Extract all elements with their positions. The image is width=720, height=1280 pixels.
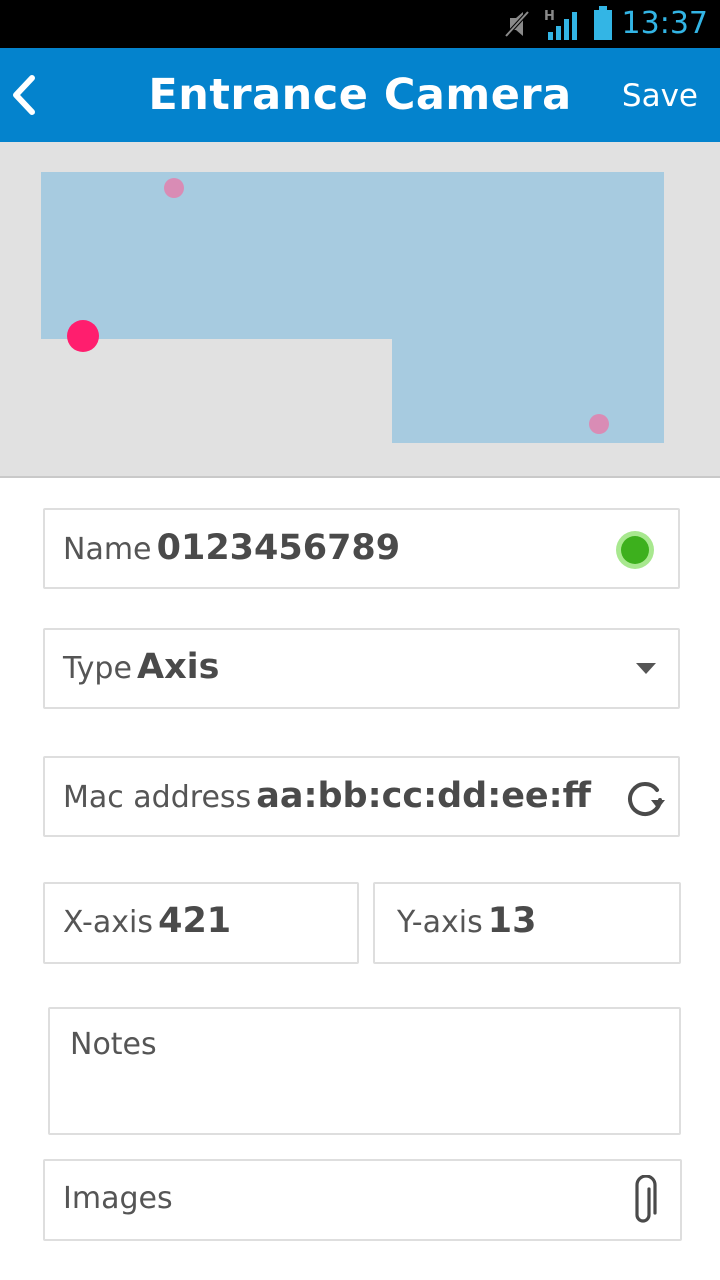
back-arrow-icon (13, 75, 35, 115)
name-label: Name (63, 532, 152, 567)
status-time: 13:37 (621, 6, 708, 41)
dropdown-arrow-icon (636, 663, 656, 674)
name-field[interactable]: Name 0123456789 (43, 508, 680, 589)
mac-address-label: Mac address (63, 780, 252, 815)
type-dropdown[interactable]: Type Axis (43, 628, 680, 709)
notes-placeholder: Notes (70, 1027, 157, 1062)
back-button[interactable] (6, 70, 50, 120)
y-axis-value: 13 (487, 901, 537, 941)
mac-address-field[interactable]: Mac address aa:bb:cc:dd:ee:ff (43, 756, 680, 837)
app-bar: Entrance Camera Save (0, 48, 720, 142)
status-bar: H 13:37 (0, 0, 720, 48)
page-title: Entrance Camera (148, 70, 572, 120)
mute-icon (504, 10, 530, 38)
floor-plan-map[interactable] (0, 142, 720, 478)
signal-icon: H (544, 9, 577, 40)
refresh-icon[interactable] (623, 776, 667, 820)
svg-text:H: H (544, 9, 555, 24)
camera-marker[interactable] (589, 414, 609, 434)
paperclip-icon[interactable] (629, 1175, 659, 1227)
x-axis-label: X-axis (63, 905, 153, 940)
status-dot-icon (616, 531, 654, 569)
notes-textarea[interactable]: Notes (48, 1007, 681, 1135)
floor-plan-canvas[interactable] (0, 142, 720, 476)
y-axis-field[interactable]: Y-axis 13 (373, 882, 681, 964)
y-axis-label: Y-axis (397, 905, 483, 940)
images-label: Images (63, 1181, 173, 1216)
floor-area (41, 172, 664, 443)
x-axis-value: 421 (158, 901, 232, 941)
selected-camera-marker[interactable] (67, 320, 99, 352)
type-label: Type (63, 651, 132, 686)
mac-address-value: aa:bb:cc:dd:ee:ff (256, 776, 592, 816)
camera-marker[interactable] (164, 178, 184, 198)
x-axis-field[interactable]: X-axis 421 (43, 882, 359, 964)
type-value: Axis (137, 647, 220, 687)
name-value: 0123456789 (156, 528, 401, 568)
images-field[interactable]: Images (43, 1159, 682, 1241)
battery-icon (594, 6, 612, 40)
save-button[interactable]: Save (622, 78, 698, 114)
